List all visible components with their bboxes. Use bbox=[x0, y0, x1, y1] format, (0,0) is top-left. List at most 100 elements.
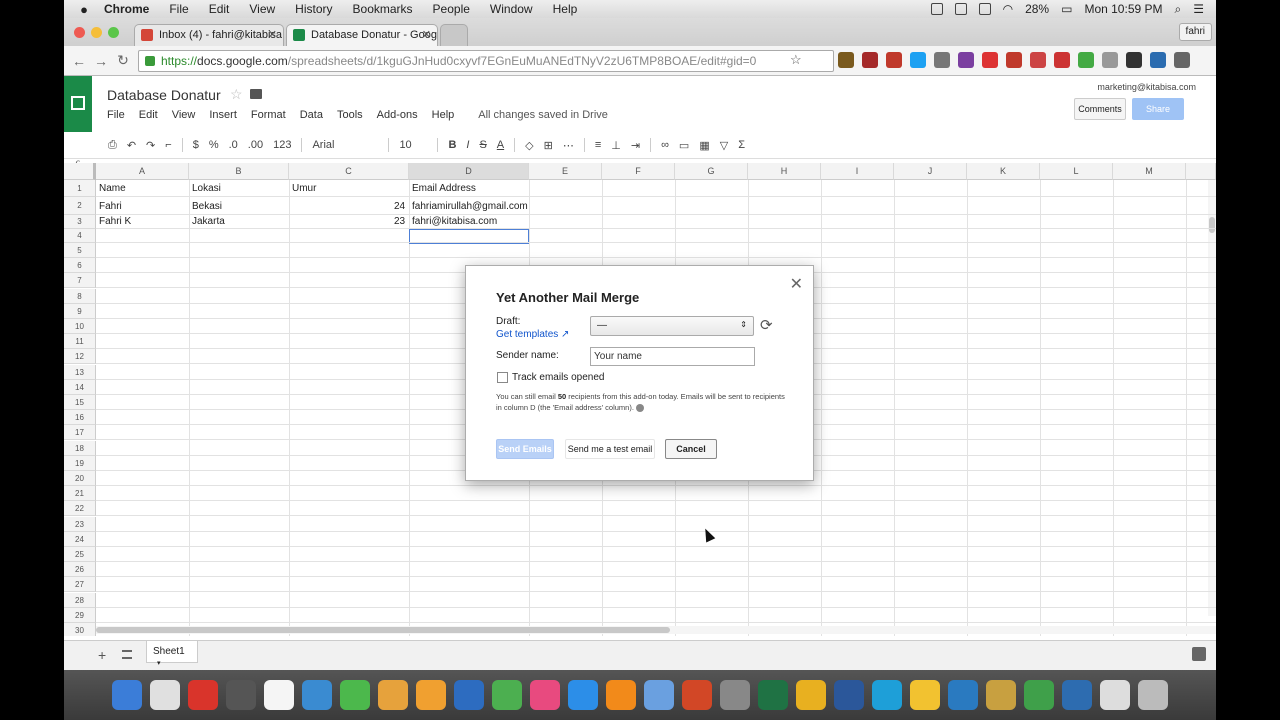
extension-icon[interactable] bbox=[1126, 52, 1142, 68]
get-templates-link[interactable]: Get templates ↗ bbox=[496, 329, 569, 340]
cell-b2[interactable]: Bekasi bbox=[192, 201, 222, 212]
column-header-l[interactable]: L bbox=[1040, 163, 1113, 180]
doc-menu-addons[interactable]: Add-ons bbox=[377, 109, 418, 121]
menu-help[interactable]: Help bbox=[553, 2, 578, 16]
column-header-k[interactable]: K bbox=[967, 163, 1040, 180]
close-icon[interactable]: ✕ bbox=[790, 274, 803, 294]
help-icon[interactable] bbox=[636, 404, 645, 413]
preview-icon[interactable] bbox=[302, 680, 332, 710]
column-header-g[interactable]: G bbox=[675, 163, 748, 180]
row-header[interactable]: 7 bbox=[64, 273, 96, 289]
cell-d3[interactable]: fahri@kitabisa.com bbox=[412, 216, 497, 227]
app-store-icon[interactable] bbox=[568, 680, 598, 710]
row-header[interactable]: 10 bbox=[64, 319, 96, 334]
column-header-m[interactable]: M bbox=[1113, 163, 1186, 180]
send-emails-button[interactable]: Send Emails bbox=[496, 439, 554, 459]
ibooks-icon[interactable] bbox=[416, 680, 446, 710]
link-icon[interactable]: ∞ bbox=[661, 139, 669, 151]
column-header-b[interactable]: B bbox=[189, 163, 289, 180]
calendar-icon[interactable] bbox=[264, 680, 294, 710]
status-icon[interactable] bbox=[930, 3, 943, 15]
extension-icon[interactable] bbox=[838, 52, 854, 68]
evernote-icon[interactable] bbox=[1024, 680, 1054, 710]
text-wrap-icon[interactable]: ⇥ bbox=[631, 139, 640, 152]
row-header[interactable]: 6 bbox=[64, 258, 96, 274]
menu-chrome[interactable]: Chrome bbox=[104, 2, 149, 16]
new-tab-button[interactable] bbox=[440, 24, 468, 46]
twitter-icon[interactable] bbox=[910, 52, 926, 68]
draft-select[interactable]: — ⇕ bbox=[590, 316, 754, 336]
account-email[interactable]: marketing@kitabisa.com bbox=[1097, 82, 1196, 92]
status-icon[interactable] bbox=[978, 3, 991, 15]
forward-icon[interactable]: → bbox=[90, 53, 112, 69]
menu-view[interactable]: View bbox=[249, 2, 275, 16]
vertical-align-icon[interactable]: ⊥ bbox=[611, 139, 621, 152]
sender-name-input[interactable] bbox=[590, 347, 755, 366]
row-header[interactable]: 4 bbox=[64, 229, 96, 243]
teamviewer-icon[interactable] bbox=[948, 680, 978, 710]
search-icon[interactable]: ⌕ bbox=[1175, 2, 1182, 17]
row-header[interactable]: 26 bbox=[64, 562, 96, 578]
row-header[interactable]: 24 bbox=[64, 531, 96, 547]
profile-button[interactable]: fahri bbox=[1178, 23, 1212, 41]
photos-icon[interactable] bbox=[378, 680, 408, 710]
column-header-j[interactable]: J bbox=[894, 163, 967, 180]
comment-icon[interactable]: ▭ bbox=[679, 139, 689, 152]
app-icon[interactable] bbox=[986, 680, 1016, 710]
column-header-d[interactable]: D bbox=[409, 163, 529, 180]
minimize-window-button[interactable] bbox=[91, 27, 102, 38]
itunes-icon[interactable] bbox=[530, 680, 560, 710]
row-header[interactable]: 14 bbox=[64, 379, 96, 395]
font-family-select[interactable]: Arial bbox=[312, 139, 378, 151]
extension-icon[interactable] bbox=[958, 52, 974, 68]
extension-icon[interactable] bbox=[1102, 52, 1118, 68]
save-status[interactable]: All changes saved in Drive bbox=[478, 109, 608, 121]
sheets-logo-icon[interactable] bbox=[64, 76, 92, 132]
cell-c3[interactable]: 23 bbox=[394, 216, 405, 227]
doc-menu-edit[interactable]: Edit bbox=[139, 109, 158, 121]
cell-d2[interactable]: fahriamirullah@gmail.com bbox=[412, 201, 528, 212]
column-header-a[interactable]: A bbox=[96, 163, 189, 180]
rocket-icon[interactable] bbox=[226, 680, 256, 710]
row-header[interactable]: 8 bbox=[64, 288, 96, 304]
doc-menu-data[interactable]: Data bbox=[300, 109, 323, 121]
address-bar[interactable]: https://docs.google.com/spreadsheets/d/1… bbox=[138, 50, 834, 72]
word-icon[interactable] bbox=[834, 680, 864, 710]
undo-icon[interactable]: ↶ bbox=[127, 139, 136, 152]
cell-a2[interactable]: Fahri bbox=[99, 201, 122, 212]
fill-color-icon[interactable]: ◇ bbox=[525, 139, 533, 152]
cell-c2[interactable]: 24 bbox=[394, 201, 405, 212]
functions-icon[interactable]: Σ bbox=[738, 139, 745, 151]
extension-icon[interactable] bbox=[1150, 52, 1166, 68]
row-header[interactable]: 23 bbox=[64, 516, 96, 532]
explore-icon[interactable] bbox=[1192, 647, 1206, 661]
number-format-button[interactable]: 123 bbox=[273, 139, 291, 151]
track-emails-label[interactable]: Track emails opened bbox=[512, 372, 604, 383]
percent-format-button[interactable]: % bbox=[209, 139, 219, 151]
comments-button[interactable]: Comments bbox=[1074, 98, 1126, 120]
doc-menu-help[interactable]: Help bbox=[432, 109, 455, 121]
column-header-i[interactable]: I bbox=[821, 163, 894, 180]
row-header[interactable]: 15 bbox=[64, 395, 96, 410]
excel-icon[interactable] bbox=[758, 680, 788, 710]
row-header[interactable]: 5 bbox=[64, 243, 96, 258]
battery-percent[interactable]: 28% bbox=[1025, 2, 1049, 16]
facetime-icon[interactable] bbox=[340, 680, 370, 710]
trash-icon[interactable] bbox=[1138, 680, 1168, 710]
row-header[interactable]: 20 bbox=[64, 471, 96, 486]
chrome-icon[interactable] bbox=[188, 680, 218, 710]
cancel-button[interactable]: Cancel bbox=[665, 439, 717, 459]
row-header[interactable]: 12 bbox=[64, 349, 96, 365]
all-sheets-icon[interactable] bbox=[122, 650, 132, 659]
extension-icon[interactable] bbox=[1006, 52, 1022, 68]
doc-menu-view[interactable]: View bbox=[172, 109, 196, 121]
bold-icon[interactable]: B bbox=[448, 139, 456, 151]
row-header[interactable]: 21 bbox=[64, 486, 96, 502]
doc-menu-insert[interactable]: Insert bbox=[209, 109, 237, 121]
chrome-menu-icon[interactable] bbox=[1174, 52, 1190, 68]
row-header[interactable]: 30 bbox=[64, 623, 96, 636]
doc-menu-tools[interactable]: Tools bbox=[337, 109, 363, 121]
row-header[interactable]: 11 bbox=[64, 334, 96, 350]
cell-b3[interactable]: Jakarta bbox=[192, 216, 225, 227]
row-header[interactable]: 13 bbox=[64, 364, 96, 380]
